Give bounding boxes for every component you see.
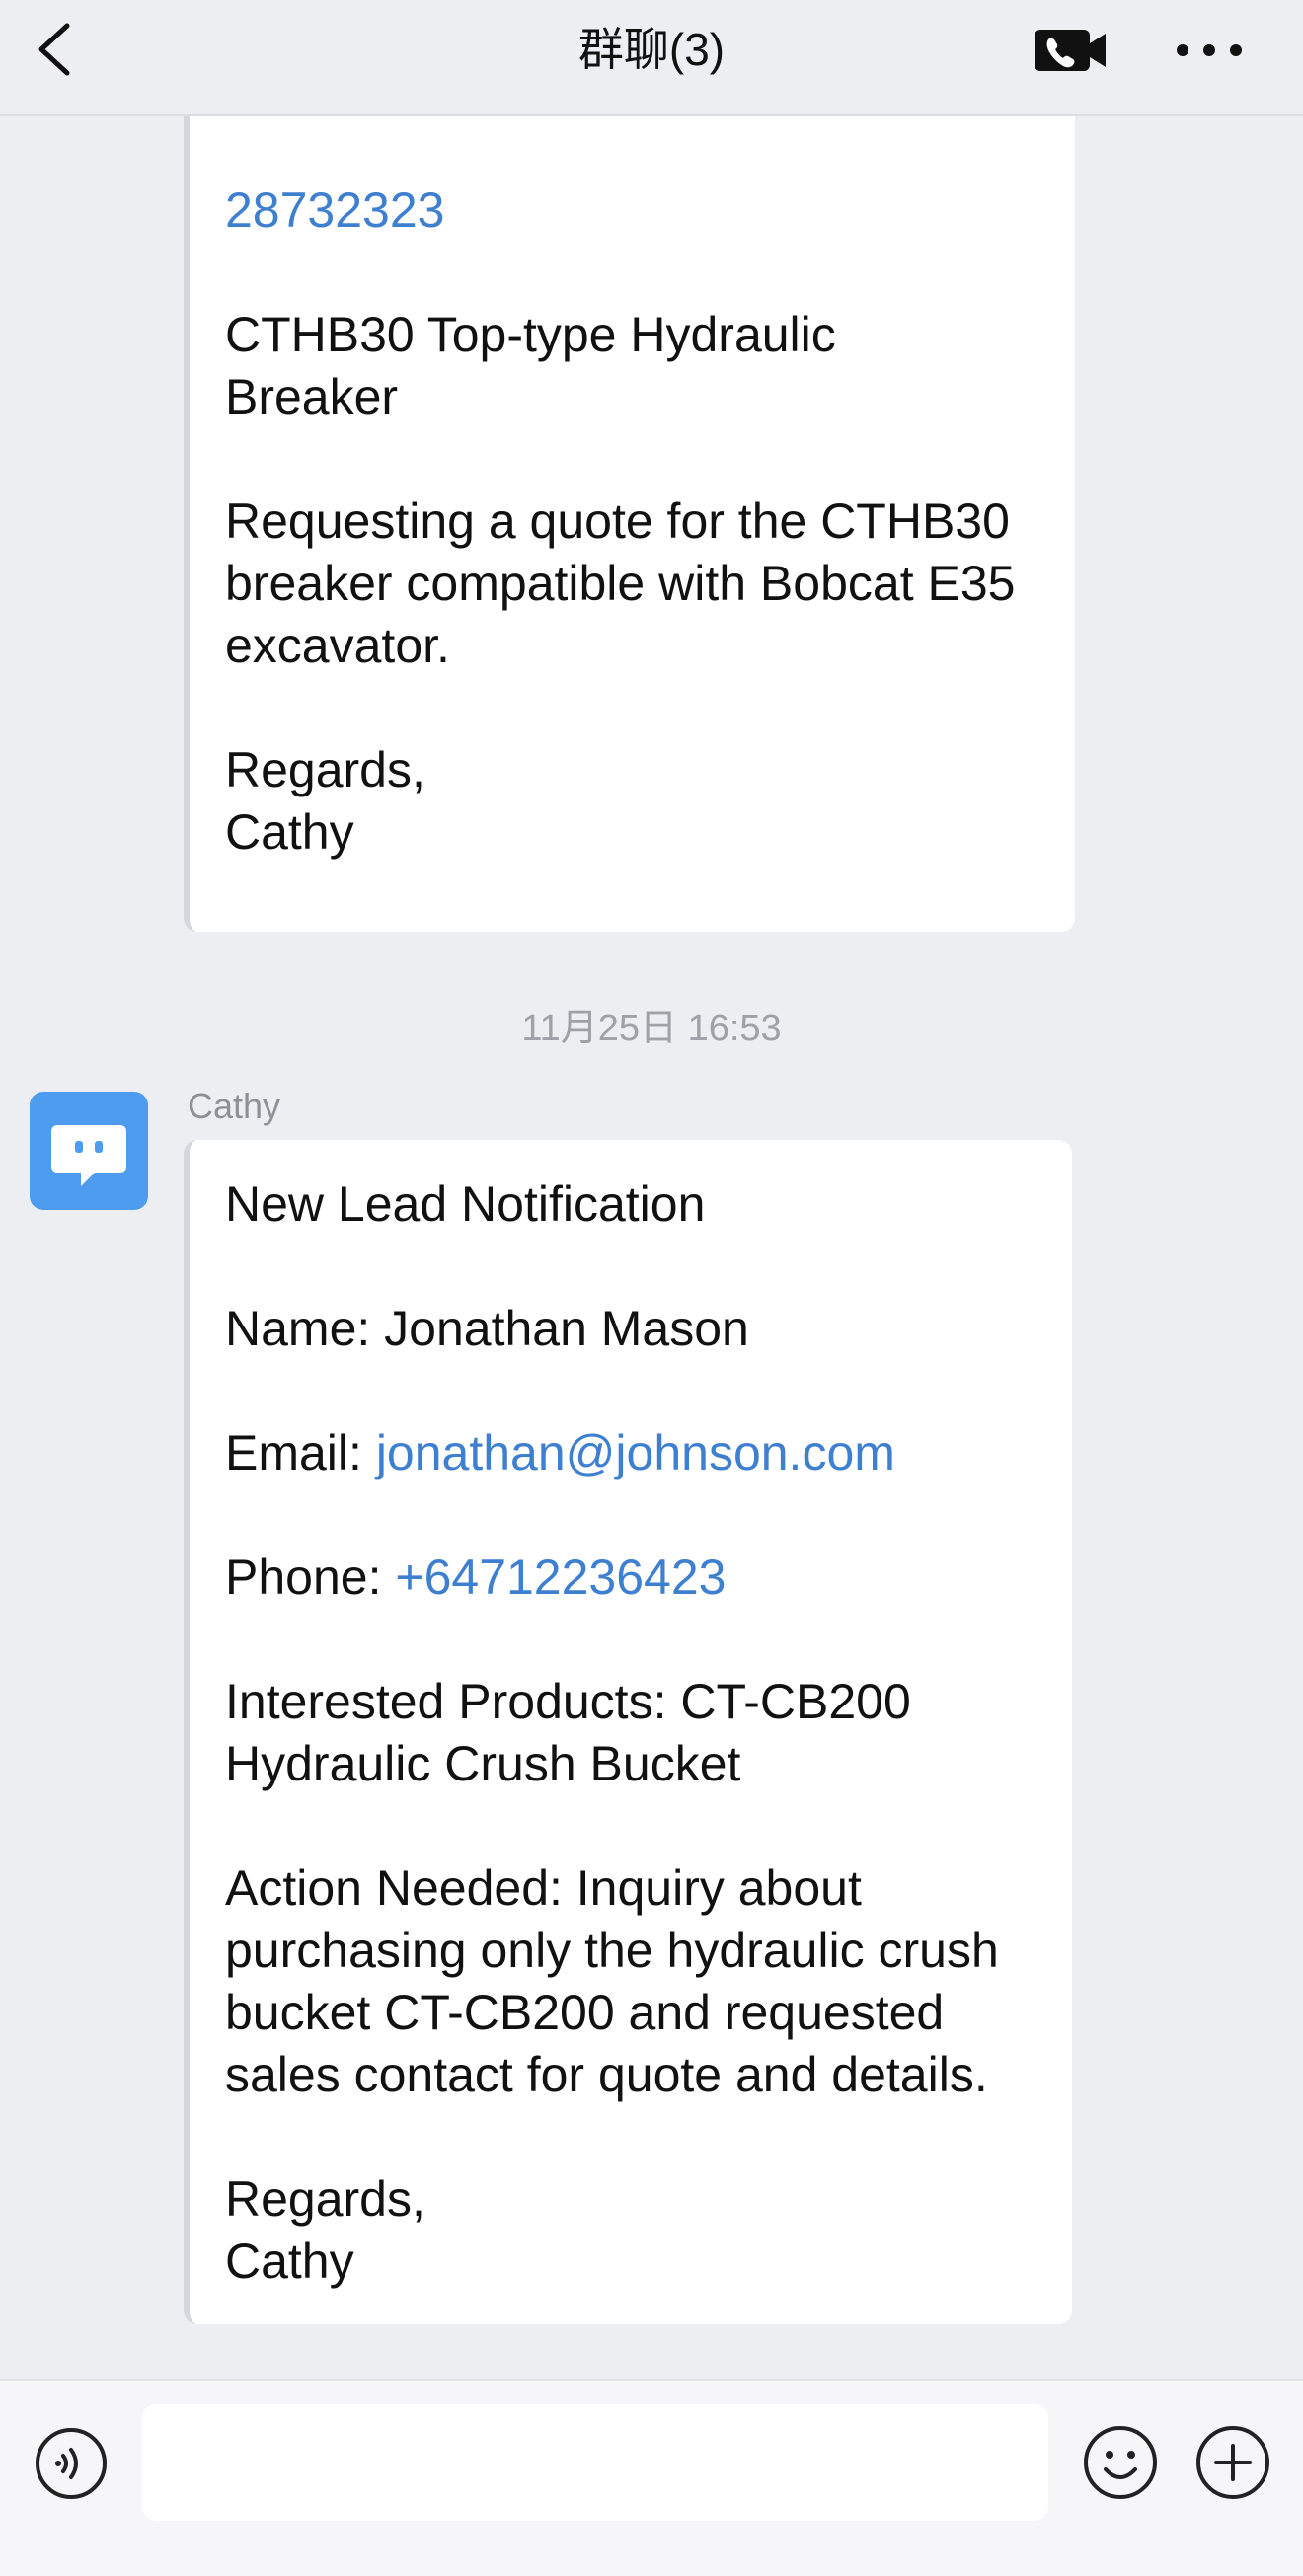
message-line: CTHB30 Top-type Hydraulic <box>225 304 1047 366</box>
message-text: CTHB30 Top-type Hydraulic <box>225 307 836 362</box>
message-line: Regards, <box>225 2168 1044 2231</box>
voice-icon[interactable] <box>34 2426 109 2501</box>
message-line: Email: jonathan@johnson.com <box>225 1422 1044 1484</box>
message-text: Hydraulic Crush Bucket <box>225 1736 741 1791</box>
message-line: Regards, <box>225 739 1047 801</box>
message-line: Action Needed: Inquiry about <box>225 1857 1044 1920</box>
message-line: excavator. <box>225 615 1047 677</box>
page-title: 群聊(3) <box>577 24 726 75</box>
nav-bar: 群聊(3) <box>0 0 1303 116</box>
message-line <box>225 1795 1044 1857</box>
message-line <box>225 428 1047 491</box>
chat-bubble-icon <box>51 1125 126 1186</box>
message-line: Phone: +64712236423 <box>225 1547 1044 1609</box>
message-text: Cathy <box>225 804 354 860</box>
message-line: Name: Jonathan Mason <box>225 1298 1044 1360</box>
message-text: breaker compatible with Bobcat E35 <box>225 556 1016 611</box>
message-text: Cathy <box>225 2234 354 2289</box>
message-line: breaker compatible with Bobcat E35 <box>225 553 1047 615</box>
message-text: New Lead Notification <box>225 1176 706 1232</box>
message-text: excavator. <box>225 618 450 673</box>
more-icon[interactable] <box>1173 24 1246 77</box>
message-line <box>225 242 1047 304</box>
message-text: Requesting a quote for the CTHB30 <box>225 493 1010 549</box>
message-input[interactable] <box>142 2404 1048 2521</box>
message-line: Hydraulic Crush Bucket <box>225 1733 1044 1795</box>
message-line <box>225 677 1047 739</box>
message-line <box>225 1236 1044 1298</box>
avatar[interactable] <box>30 1092 148 1210</box>
plus-icon[interactable] <box>1194 2424 1271 2501</box>
message-link[interactable]: +64712236423 <box>395 1550 726 1605</box>
message-text: Action Needed: Inquiry about <box>225 1860 862 1916</box>
message-line: purchasing only the hydraulic crush <box>225 1920 1044 1982</box>
message-line <box>225 117 1047 180</box>
message-text: Name: Jonathan Mason <box>225 1301 749 1356</box>
message-text: Email: <box>225 1425 376 1480</box>
message-line: Cathy <box>225 2231 1044 2293</box>
message-line <box>225 2106 1044 2168</box>
sender-name: Cathy <box>188 1086 281 1126</box>
message-line: Interested Products: CT-CB200 <box>225 1671 1044 1733</box>
message-bubble: contact@avianche.com28732323CTHB30 Top-t… <box>184 58 1075 932</box>
message-text: sales contact for quote and details. <box>225 2047 988 2102</box>
message-link[interactable]: jonathan@johnson.com <box>376 1425 895 1480</box>
video-call-icon[interactable] <box>1033 24 1108 77</box>
message-text: bucket CT-CB200 and requested <box>225 1985 945 2040</box>
message-line: Breaker <box>225 366 1047 428</box>
message-line <box>225 1484 1044 1547</box>
message-text: Regards, <box>225 2171 425 2227</box>
message-text: Phone: <box>225 1550 396 1605</box>
message-line: Cathy <box>225 801 1047 864</box>
message-text: Breaker <box>225 369 399 424</box>
message-line <box>225 1360 1044 1422</box>
message-line: sales contact for quote and details. <box>225 2044 1044 2106</box>
message-line <box>225 1609 1044 1671</box>
message-text: Interested Products: CT-CB200 <box>225 1674 911 1729</box>
message-bubble: New Lead Notification Name: Jonathan Maso… <box>184 1140 1072 2324</box>
message-line: New Lead Notification <box>225 1174 1044 1236</box>
emoji-icon[interactable] <box>1082 2424 1159 2501</box>
message-line: Requesting a quote for the CTHB30 <box>225 491 1047 553</box>
message-text: purchasing only the hydraulic crush <box>225 1923 999 1978</box>
message-link[interactable]: 28732323 <box>225 183 444 238</box>
message-timestamp: 11月25日 16:53 <box>521 1008 782 1049</box>
message-text: Regards, <box>225 742 425 797</box>
message-line: bucket CT-CB200 and requested <box>225 1982 1044 2044</box>
message-line: 28732323 <box>225 180 1047 242</box>
